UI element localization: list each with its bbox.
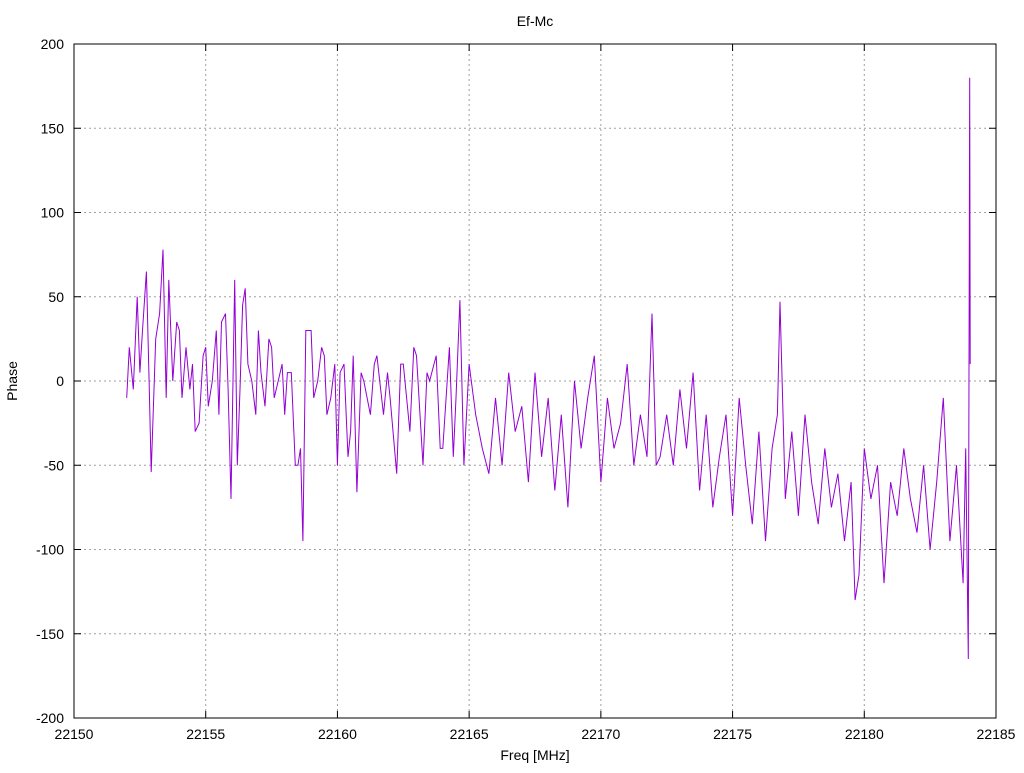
y-tick-label: 100	[41, 205, 65, 221]
x-tick-label: 22160	[318, 726, 357, 742]
series-layer	[126, 77, 971, 660]
y-tick-label: 200	[41, 36, 65, 52]
x-tick-label: 22185	[977, 726, 1016, 742]
x-tick-label: 22155	[186, 726, 225, 742]
phase-chart: 22150 22155 22160 22165 22170 22175 22180 22185…	[4, 13, 1016, 763]
x-axis: 22150 22155 22160 22165 22170 22175 22180 22185	[55, 44, 1016, 742]
x-tick-label: 22150	[55, 726, 94, 742]
x-tick-label: 22175	[713, 726, 752, 742]
y-tick-label: -150	[36, 626, 64, 642]
x-tick-label: 22165	[450, 726, 489, 742]
y-tick-label: -100	[36, 542, 64, 558]
y-tick-label: -200	[36, 710, 64, 726]
y-tick-label: 150	[41, 120, 65, 136]
y-tick-label: 50	[48, 289, 64, 305]
y-tick-label: -50	[44, 457, 64, 473]
chart-title: Ef-Mc	[517, 13, 554, 29]
x-tick-label: 22170	[581, 726, 620, 742]
series-line-ef-mc	[126, 77, 971, 660]
y-axis-label: Phase	[4, 361, 20, 401]
x-axis-label: Freq [MHz]	[500, 747, 569, 763]
x-tick-label: 22180	[845, 726, 884, 742]
y-tick-label: 0	[56, 373, 64, 389]
